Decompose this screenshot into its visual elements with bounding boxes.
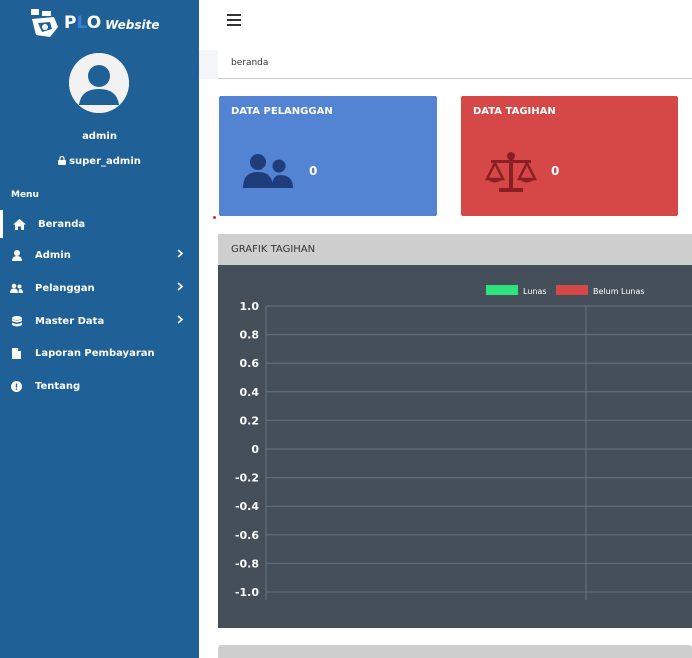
card-title: DATA PELANGGAN — [231, 106, 333, 117]
sidebar-item-laporan-pembayaran[interactable]: Laporan Pembayaran — [0, 339, 199, 367]
chart-canvas: 1.0 0.8 0.6 0.4 0.2 0 -0.2 -0.4 -0.6 -0.8 -1.0 Luna… — [235, 285, 692, 600]
y-tick-label: 0.4 — [240, 386, 260, 399]
users-icon — [10, 282, 23, 295]
sidebar-item-label: Pelanggan — [35, 282, 95, 294]
y-tick-label: -0.4 — [235, 500, 259, 513]
red-dot — [213, 216, 216, 219]
chevron-right-icon — [177, 315, 184, 327]
card-value: 0 — [309, 164, 318, 178]
sidebar-item-label: Beranda — [38, 218, 86, 230]
sidebar-item-label: Laporan Pembayaran — [35, 347, 155, 359]
y-tick-label: 0.2 — [240, 414, 260, 427]
y-tick-label: -0.2 — [235, 472, 259, 485]
sidebar: PLO Website admin super_admin Menu Beran… — [0, 0, 199, 658]
sidebar-item-beranda[interactable]: Beranda — [0, 210, 199, 238]
brand[interactable]: PLO Website — [28, 6, 159, 40]
chart-panel: GRAFIK TAGIHAN 1.0 0.8 0.6 0.4 0.2 0 -0.2 -0.4 -… — [218, 234, 692, 628]
brand-title: PLO — [64, 13, 102, 33]
brand-subtitle: Website — [105, 17, 160, 32]
sidebar-item-label: Tentang — [35, 380, 81, 392]
avatar — [69, 53, 129, 113]
chevron-right-icon — [177, 282, 184, 294]
lock-icon — [58, 155, 67, 165]
sidebar-item-master-data[interactable]: Master Data — [0, 307, 199, 335]
card-data-pelanggan[interactable]: DATA PELANGGAN 0 — [219, 96, 437, 216]
bottom-panel — [218, 645, 692, 658]
home-icon — [13, 218, 26, 231]
legend-label: Lunas — [523, 287, 547, 296]
y-tick-label: 0 — [251, 443, 259, 456]
legend-swatch-belum-lunas — [556, 285, 588, 295]
y-tick-label: 1.0 — [240, 300, 260, 313]
y-tick-label: -0.6 — [235, 529, 259, 542]
chart-header: GRAFIK TAGIHAN — [218, 234, 692, 265]
user-role: super_admin — [0, 155, 199, 167]
user-avatar-icon — [69, 53, 129, 113]
card-data-tagihan[interactable]: DATA TAGIHAN 0 — [461, 96, 678, 216]
y-tick-label: 0.8 — [240, 329, 260, 342]
sidebar-item-tentang[interactable]: Tentang — [0, 372, 199, 400]
sidebar-item-admin[interactable]: Admin — [0, 241, 199, 269]
info-icon — [10, 380, 23, 393]
top-navbar — [199, 0, 692, 50]
menu-toggle-icon[interactable] — [227, 14, 241, 26]
y-tick-label: -1.0 — [235, 586, 259, 599]
legend-swatch-lunas — [486, 285, 518, 295]
card-title: DATA TAGIHAN — [473, 106, 556, 117]
sidebar-item-pelanggan[interactable]: Pelanggan — [0, 274, 199, 302]
file-icon — [10, 347, 23, 360]
breadcrumb-item[interactable]: beranda — [231, 58, 268, 68]
menu-header: Menu — [11, 190, 39, 200]
chevron-right-icon — [177, 249, 184, 261]
users-icon — [243, 154, 293, 188]
y-tick-label: -0.8 — [235, 557, 259, 570]
y-tick-label: 0.6 — [240, 357, 260, 370]
user-name: admin — [82, 131, 117, 142]
balance-scale-icon — [485, 152, 537, 192]
card-value: 0 — [551, 164, 560, 178]
brand-logo-icon — [31, 9, 58, 37]
legend-label: Belum Lunas — [593, 287, 645, 296]
database-icon — [10, 315, 23, 328]
sidebar-item-label: Admin — [35, 249, 71, 261]
user-icon — [10, 249, 23, 262]
sidebar-item-label: Master Data — [35, 315, 105, 327]
chart-title: GRAFIK TAGIHAN — [231, 244, 316, 255]
breadcrumb: beranda — [218, 50, 692, 79]
